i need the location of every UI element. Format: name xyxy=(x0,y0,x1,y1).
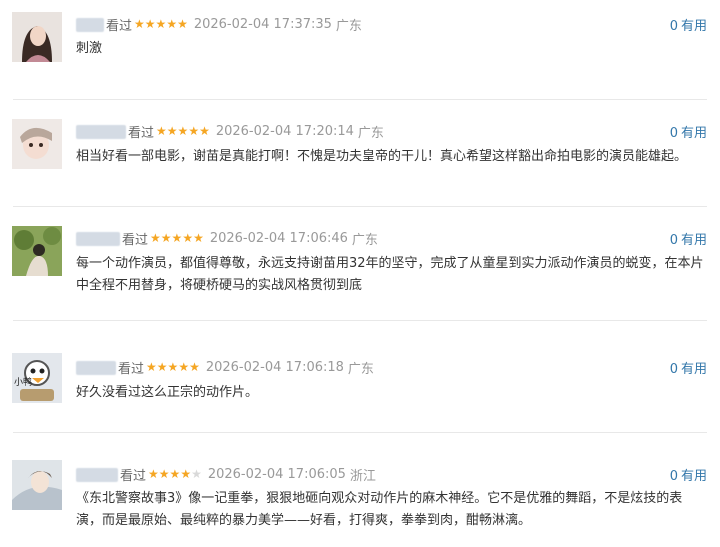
useful-label: 有用 xyxy=(680,126,707,141)
star-icon: ★ xyxy=(199,124,210,138)
avatar-caption: 小鸭 xyxy=(14,376,32,388)
star-icon: ★ xyxy=(155,17,167,31)
useful-count: 0 xyxy=(669,19,678,34)
username[interactable] xyxy=(76,360,116,375)
star-icon: ★ xyxy=(171,231,183,245)
divider xyxy=(13,99,707,100)
rating-stars: ★ ★ ★ ★ ★ xyxy=(148,468,202,481)
useful-label: 有用 xyxy=(680,233,707,248)
avatar[interactable] xyxy=(12,226,62,276)
comment-meta: 看过 ★ ★ ★ ★ ★ 2026-02-04 17:06:18 广东 xyxy=(76,358,374,377)
useful-label: 有用 xyxy=(680,469,707,484)
star-icon: ★ xyxy=(160,231,172,245)
star-icon: ★ xyxy=(193,231,204,245)
watch-status: 看过 xyxy=(120,469,147,484)
useful-count: 0 xyxy=(669,362,678,377)
avatar[interactable] xyxy=(12,12,62,62)
star-icon: ★ xyxy=(167,360,179,374)
divider xyxy=(13,432,707,433)
divider xyxy=(13,320,707,321)
useful-button[interactable]: 0 有用 xyxy=(670,122,707,141)
star-icon: ★ xyxy=(188,124,200,138)
star-icon: ★ xyxy=(169,467,181,481)
star-icon: ★ xyxy=(156,124,167,138)
rating-stars: ★ ★ ★ ★ ★ xyxy=(156,125,210,138)
useful-button[interactable]: 0 有用 xyxy=(670,229,707,248)
comment-text: 每一个动作演员，都值得尊敬，永远支持谢苗用32年的坚守，完成了从童星到实力派动作… xyxy=(76,256,704,293)
useful-button[interactable]: 0 有用 xyxy=(670,358,707,377)
star-icon: ★ xyxy=(150,231,161,245)
rating-stars: ★ ★ ★ ★ ★ xyxy=(146,361,200,374)
comment-text: 相当好看一部电影，谢苗是真能打啊！不愧是功夫皇帝的干儿！真心希望这样豁出命拍电影… xyxy=(76,149,688,164)
comment-location: 广东 xyxy=(357,126,384,141)
comment-time: 2026-02-04 17:06:46 xyxy=(209,231,348,246)
comment-location: 广东 xyxy=(351,233,378,248)
comment-meta: 看过 ★ ★ ★ ★ ★ 2026-02-04 17:20:14 广东 xyxy=(76,122,384,141)
star-icon: ★ xyxy=(189,360,200,374)
watch-status: 看过 xyxy=(122,233,149,248)
star-icon: ★ xyxy=(156,360,168,374)
comment-meta: 看过 ★ ★ ★ ★ ★ 2026-02-04 17:37:35 广东 xyxy=(76,15,362,34)
comment-text: 《东北警察故事3》像一记重拳，狠狠地砸向观众对动作片的麻木神经。它不是优雅的舞蹈… xyxy=(76,491,683,528)
username[interactable] xyxy=(76,124,126,139)
avatar[interactable] xyxy=(12,460,62,510)
watch-status: 看过 xyxy=(106,19,133,34)
comment-text: 刺激 xyxy=(76,41,103,56)
useful-count: 0 xyxy=(669,233,678,248)
comment-meta: 看过 ★ ★ ★ ★ ★ 2026-02-04 17:06:46 广东 xyxy=(76,229,378,248)
avatar[interactable] xyxy=(12,119,62,169)
comment-text: 好久没看过这么正宗的动作片。 xyxy=(76,385,259,400)
star-icon: ★ xyxy=(177,17,188,31)
star-icon: ★ xyxy=(134,17,145,31)
comment-location: 广东 xyxy=(347,362,374,377)
username[interactable] xyxy=(76,17,104,32)
star-icon: ★ xyxy=(148,467,159,481)
divider xyxy=(13,206,707,207)
avatar[interactable]: 小鸭 xyxy=(12,353,62,403)
comment-time: 2026-02-04 17:37:35 xyxy=(193,17,332,32)
watch-status: 看过 xyxy=(118,362,145,377)
star-empty-icon: ★ xyxy=(191,467,202,481)
useful-label: 有用 xyxy=(680,19,707,34)
useful-button[interactable]: 0 有用 xyxy=(670,465,707,484)
star-icon: ★ xyxy=(146,360,157,374)
comment-location: 浙江 xyxy=(349,469,376,484)
rating-stars: ★ ★ ★ ★ ★ xyxy=(150,232,204,245)
comment-time: 2026-02-04 17:20:14 xyxy=(215,124,354,139)
star-icon: ★ xyxy=(158,467,170,481)
comment-location: 广东 xyxy=(335,19,362,34)
star-icon: ★ xyxy=(166,124,178,138)
star-icon: ★ xyxy=(177,124,189,138)
star-icon: ★ xyxy=(166,17,178,31)
star-icon: ★ xyxy=(178,360,190,374)
star-icon: ★ xyxy=(180,467,192,481)
watch-status: 看过 xyxy=(128,126,155,141)
useful-button[interactable]: 0 有用 xyxy=(670,15,707,34)
username[interactable] xyxy=(76,231,120,246)
username[interactable] xyxy=(76,467,118,482)
rating-stars: ★ ★ ★ ★ ★ xyxy=(134,18,188,31)
useful-count: 0 xyxy=(669,126,678,141)
star-icon: ★ xyxy=(144,17,156,31)
useful-count: 0 xyxy=(669,469,678,484)
star-icon: ★ xyxy=(182,231,194,245)
useful-label: 有用 xyxy=(680,362,707,377)
comment-meta: 看过 ★ ★ ★ ★ ★ 2026-02-04 17:06:05 浙江 xyxy=(76,465,376,484)
comment-time: 2026-02-04 17:06:05 xyxy=(207,467,346,482)
comment-time: 2026-02-04 17:06:18 xyxy=(205,360,344,375)
